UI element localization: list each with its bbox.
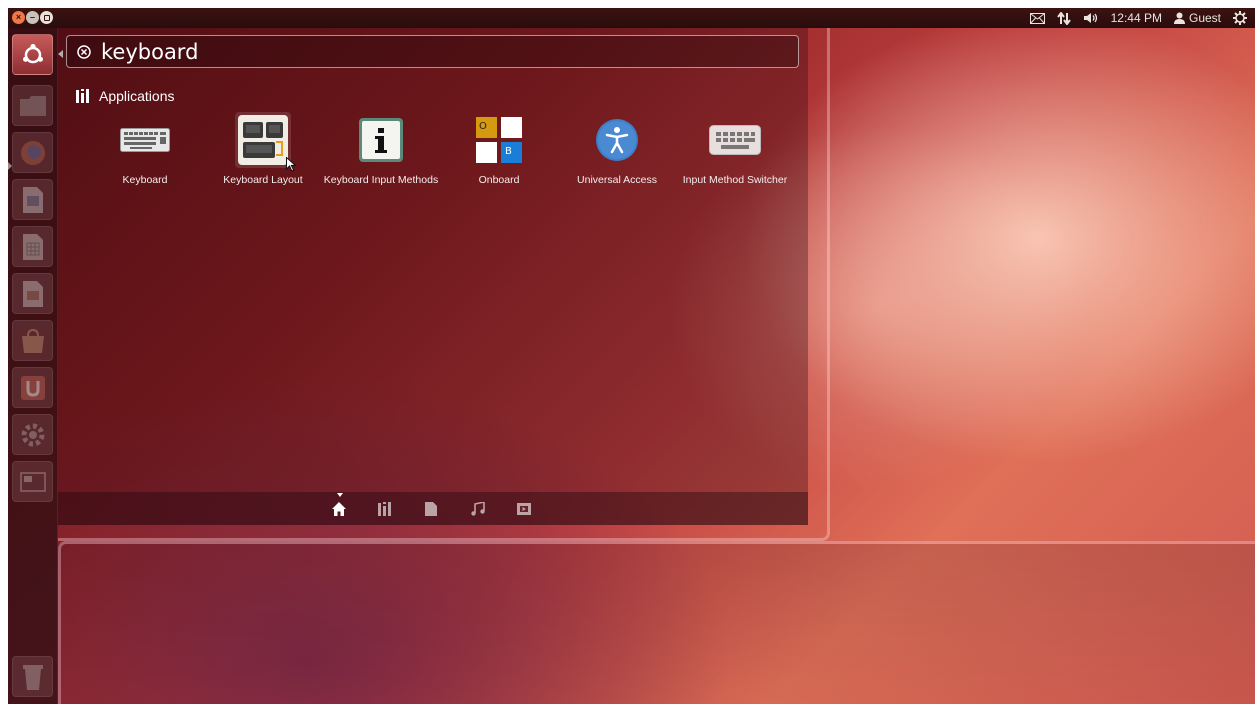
info-icon (353, 112, 409, 168)
launcher-item-ubuntu-one[interactable] (12, 367, 53, 408)
lens-applications-button[interactable] (377, 501, 393, 517)
launcher (8, 28, 63, 704)
launcher-item-calc[interactable] (12, 226, 53, 267)
music-note-icon (471, 502, 485, 516)
app-result-keyboard-layout[interactable]: Keyboard Layout (204, 112, 322, 187)
app-result-keyboard-input-methods[interactable]: Keyboard Input Methods (322, 112, 440, 187)
search-input[interactable] (101, 39, 791, 64)
minimize-icon: – (29, 12, 35, 22)
file-icon (425, 502, 437, 516)
gear-power-icon (1233, 11, 1247, 25)
lens-bar (58, 492, 808, 525)
shopping-bag-icon (21, 328, 44, 353)
launcher-item-writer[interactable] (12, 179, 53, 220)
launcher-item-software-center[interactable] (12, 320, 53, 361)
applications-icon (378, 502, 391, 516)
onboard-o-glyph: O (479, 121, 487, 132)
lens-files-button[interactable] (423, 501, 439, 517)
trash-icon (22, 664, 43, 690)
keyboard-layout-icon (235, 112, 291, 168)
close-icon: × (15, 12, 22, 22)
lens-video-button[interactable] (516, 501, 532, 517)
app-result-keyboard[interactable]: Keyboard (86, 112, 204, 187)
search-box[interactable] (66, 35, 799, 68)
mouse-pointer-icon (286, 157, 296, 172)
launcher-item-trash[interactable] (12, 656, 53, 697)
dash-overlay: Applications (58, 28, 808, 525)
messaging-indicator[interactable] (1029, 12, 1045, 24)
user-indicator[interactable]: Guest (1173, 11, 1221, 25)
category-label: Applications (99, 88, 175, 104)
volume-indicator[interactable] (1083, 12, 1099, 24)
app-label: Keyboard Input Methods (323, 174, 439, 186)
ubuntu-one-icon (20, 375, 45, 400)
dash-shadow-area (58, 541, 1255, 704)
presentation-icon (22, 280, 43, 307)
active-lens-indicator (337, 493, 343, 497)
app-result-onboard[interactable]: O B Onboard (440, 112, 558, 187)
app-result-universal-access[interactable]: Universal Access (558, 112, 676, 187)
keyboard-small-icon (707, 112, 763, 168)
ubuntu-logo-icon (22, 43, 43, 63)
video-icon (517, 503, 531, 515)
folder-icon (19, 95, 46, 116)
applications-icon (76, 89, 89, 103)
lens-home-button[interactable] (331, 501, 347, 517)
volume-icon (1083, 13, 1097, 23)
launcher-item-workspace-switcher[interactable] (12, 461, 53, 502)
onboard-icon: O B (471, 112, 527, 168)
app-result-input-method-switcher[interactable]: Input Method Switcher (676, 112, 794, 187)
home-icon (332, 502, 346, 516)
user-name: Guest (1188, 11, 1221, 25)
lens-music-button[interactable] (470, 501, 486, 517)
app-label: Onboard (478, 174, 520, 186)
session-indicator[interactable] (1233, 11, 1247, 25)
app-label: Keyboard Layout (223, 174, 303, 186)
universal-access-icon (589, 112, 645, 168)
user-icon (1173, 12, 1185, 24)
launcher-item-firefox[interactable] (12, 132, 53, 173)
app-label: Input Method Switcher (682, 174, 788, 186)
onboard-b-glyph: B (505, 146, 512, 157)
firefox-icon (20, 140, 45, 165)
clock-time: 12:44 PM (1110, 11, 1162, 25)
launcher-item-system-settings[interactable] (12, 414, 53, 455)
spreadsheet-icon (22, 233, 43, 260)
category-header-applications[interactable]: Applications (76, 87, 175, 105)
gears-icon (21, 423, 44, 446)
maximize-icon (43, 14, 50, 21)
maximize-window-button[interactable] (40, 11, 53, 24)
mail-icon (1029, 12, 1045, 24)
top-panel: × – 12:44 PM Guest (8, 8, 1255, 28)
results-grid: Keyboard Keyboard Layout Keyboard Input … (76, 112, 798, 202)
launcher-item-files[interactable] (12, 85, 53, 126)
document-icon (22, 186, 43, 213)
minimize-window-button[interactable]: – (26, 11, 39, 24)
network-indicator[interactable] (1056, 11, 1071, 25)
clock-indicator[interactable]: 12:44 PM (1111, 11, 1162, 25)
app-label: Keyboard (122, 174, 168, 186)
indicator-area: 12:44 PM Guest (1029, 8, 1255, 28)
workspace-icon (19, 471, 46, 492)
keyboard-icon (117, 112, 173, 168)
close-window-button[interactable]: × (12, 11, 25, 24)
clear-search-icon[interactable] (77, 44, 91, 59)
app-label: Universal Access (577, 174, 657, 186)
launcher-item-dash-home[interactable] (12, 34, 53, 75)
desktop: × – 12:44 PM Guest keyboard Applications… (8, 8, 1255, 704)
network-updown-icon (1056, 11, 1071, 25)
launcher-item-impress[interactable] (12, 273, 53, 314)
